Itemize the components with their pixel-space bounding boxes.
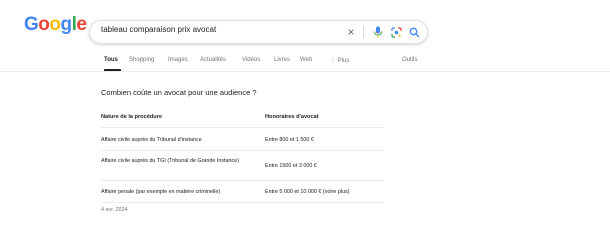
snippet-date: 4 avr. 2024 bbox=[101, 207, 128, 213]
logo-letter: g bbox=[60, 14, 73, 35]
table-header-row: Nature de la procédure Honoraires d'avoc… bbox=[101, 107, 384, 128]
logo-letter: o bbox=[49, 14, 61, 35]
tab-more[interactable]: ⋮ Plus bbox=[330, 57, 349, 64]
table-cell: Affaire penale (par exemple en matière c… bbox=[101, 189, 221, 195]
logo-letter: e bbox=[76, 14, 87, 35]
search-icon[interactable] bbox=[406, 24, 422, 40]
table-row: Affaire civile auprès du Tribunal d'inst… bbox=[101, 128, 384, 151]
logo-letter: G bbox=[24, 14, 39, 35]
tab-shopping[interactable]: Shopping bbox=[129, 57, 154, 63]
tab-books[interactable]: Livres bbox=[274, 57, 290, 63]
tab-tools[interactable]: Outils bbox=[402, 57, 417, 63]
tab-images[interactable]: Images bbox=[168, 57, 188, 63]
microphone-icon[interactable] bbox=[370, 24, 386, 40]
google-lens-icon[interactable] bbox=[388, 24, 404, 40]
table-cell: Entre 800 et 1 500 € bbox=[265, 137, 314, 143]
snippet-question: Combien coûte un avocat pour une audienc… bbox=[101, 88, 257, 97]
table-cell: Affaire civile auprès du TGI (Tribunal d… bbox=[101, 158, 240, 164]
tab-videos[interactable]: Vidéos bbox=[242, 57, 260, 63]
search-box-divider bbox=[363, 26, 364, 38]
tab-news[interactable]: Actualités bbox=[200, 57, 226, 63]
table-cell: Affaire civile auprès du Tribunal d'inst… bbox=[101, 137, 202, 143]
logo-letter: o bbox=[38, 14, 50, 35]
close-icon[interactable]: × bbox=[343, 24, 359, 40]
google-logo[interactable]: Google bbox=[24, 14, 87, 36]
snippet-table: Nature de la procédure Honoraires d'avoc… bbox=[101, 107, 384, 203]
column-header-procedure: Nature de la procédure bbox=[101, 114, 162, 120]
column-header-fees: Honoraires d'avocat bbox=[265, 114, 319, 120]
search-input[interactable]: tableau comparaison prix avocat bbox=[101, 25, 216, 34]
table-row: Affaire penale (par exemple en matière c… bbox=[101, 181, 384, 203]
tab-all[interactable]: Tous bbox=[104, 57, 118, 63]
search-box[interactable]: tableau comparaison prix avocat × bbox=[89, 20, 428, 44]
header-divider bbox=[0, 71, 610, 72]
table-cell: Entre 5 000 et 10 000 € (voire plus) bbox=[265, 189, 350, 195]
table-cell: Entre 1500 et 3 000 € bbox=[265, 163, 317, 169]
tab-web[interactable]: Web bbox=[300, 57, 312, 63]
table-row: Affaire civile auprès du TGI (Tribunal d… bbox=[101, 151, 384, 181]
